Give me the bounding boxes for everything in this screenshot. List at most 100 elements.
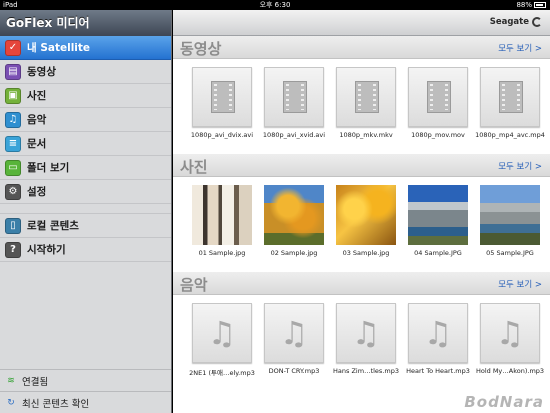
music-note-icon: ♫ (408, 303, 468, 363)
clock: 오후 6:30 (259, 1, 291, 9)
satellite-icon: ✓ (5, 39, 21, 56)
photo-icon: ▣ (5, 87, 21, 104)
brand-name: Seagate (489, 17, 529, 27)
video-item[interactable]: 1080p_mkv.mkv (331, 67, 401, 139)
sidebar-item[interactable]: ⚙ 설정 (0, 180, 171, 204)
sidebar-item-label: 폴더 보기 (27, 162, 70, 174)
photo-thumbnail (192, 185, 252, 245)
video-section-header: 동영상 모두 보기 > (173, 36, 550, 59)
help-icon: ? (5, 241, 21, 258)
sidebar-item[interactable]: ≡ 문서 (0, 132, 171, 156)
music-item[interactable]: ♫ Hans Zim…tles.mp3 (331, 303, 401, 375)
video-section-title: 동영상 (180, 40, 222, 58)
sidebar-item-label: 시작하기 (27, 244, 66, 256)
music-section-title: 음악 (180, 276, 208, 294)
music-section-header: 음악 모두 보기 > (173, 272, 550, 295)
sidebar-item[interactable]: ✓ 내 Satellite (0, 36, 171, 60)
file-name: Hans Zim…tles.mp3 (333, 367, 399, 375)
video-file-icon (192, 67, 252, 127)
sidebar-item[interactable]: ▤ 동영상 (0, 60, 171, 84)
photo-section-title: 사진 (180, 158, 208, 176)
photo-item[interactable]: 02 Sample.jpg (259, 185, 329, 257)
file-name: 2NE1 (투애…ely.mp3 (189, 369, 255, 377)
seagate-swirl-icon (532, 17, 542, 27)
photo-thumbnail (264, 185, 324, 245)
main-content: Seagate 동영상 모두 보기 > 1080p_avi_dvix.avi 10… (173, 10, 550, 413)
sidebar-item-label: 로컬 콘텐츠 (27, 220, 79, 232)
photo-item[interactable]: 03 Sample.jpg (331, 185, 401, 257)
sidebar-footer: ≋ 연결됨 ↻ 최신 콘텐츠 확인 (0, 369, 171, 413)
file-name: 1080p_avi_xvid.avi (262, 131, 326, 139)
wifi-icon: ≋ (7, 375, 15, 386)
video-file-icon (336, 67, 396, 127)
sidebar-item[interactable]: ▣ 사진 (0, 84, 171, 108)
connection-label: 연결됨 (22, 376, 49, 388)
file-name: 1080p_mkv.mkv (339, 131, 393, 139)
sidebar-item-label: 설정 (27, 186, 47, 198)
video-file-icon (408, 67, 468, 127)
music-note-icon: ♫ (264, 303, 324, 363)
video-item[interactable]: 1080p_avi_xvid.avi (259, 67, 329, 139)
sidebar-item[interactable]: ▭ 폴더 보기 (0, 156, 171, 180)
video-see-all-link[interactable]: 모두 보기 > (498, 42, 542, 54)
sidebar-menu: ✓ 내 Satellite ▤ 동영상 ▣ 사진 ♫ 음악 ≡ 문서 ▭ 폴더 보기 ⚙ 설정 (0, 36, 171, 204)
music-row: ♫ 2NE1 (투애…ely.mp3 ♫ DON-T CRY.mp3 ♫ Hans Zim… (173, 295, 550, 390)
video-file-icon (480, 67, 540, 127)
sidebar-menu-secondary: ▯ 로컬 콘텐츠? 시작하기 (0, 214, 171, 262)
file-name: DON-T CRY.mp3 (268, 367, 320, 375)
file-name: Hold My…Akon).mp3 (475, 367, 545, 375)
sidebar-item-label: 문서 (27, 138, 47, 150)
photo-thumbnail (408, 185, 468, 245)
video-item[interactable]: 1080p_avi_dvix.avi (187, 67, 257, 139)
music-see-all-link[interactable]: 모두 보기 > (498, 278, 542, 290)
battery-status: 88% (516, 0, 546, 10)
music-item[interactable]: ♫ DON-T CRY.mp3 (259, 303, 329, 375)
check-latest-button[interactable]: ↻ 최신 콘텐츠 확인 (0, 391, 171, 413)
video-file-icon (264, 67, 324, 127)
sidebar-item[interactable]: ? 시작하기 (0, 238, 171, 262)
music-note-icon: ♫ (480, 303, 540, 363)
music-item[interactable]: ♫ 2NE1 (투애…ely.mp3 (187, 303, 257, 377)
sidebar-item-label: 동영상 (27, 66, 56, 78)
status-bar: iPad 오후 6:30 88% (0, 0, 550, 10)
photo-section-header: 사진 모두 보기 > (173, 154, 550, 177)
music-item[interactable]: ♫ Hold My…Akon).mp3 (475, 303, 545, 375)
top-bar: Seagate (173, 10, 550, 36)
battery-percent: 88% (516, 1, 532, 9)
file-name: Heart To Heart.mp3 (406, 367, 470, 375)
sidebar: GoFlex 미디어 ✓ 내 Satellite ▤ 동영상 ▣ 사진 ♫ 음악 ≡ 문서 ▭ 폴더 … (0, 10, 172, 413)
connection-status: ≋ 연결됨 (0, 369, 171, 391)
video-item[interactable]: 1080p_mp4_avc.mp4 (475, 67, 545, 139)
video-item[interactable]: 1080p_mov.mov (403, 67, 473, 139)
seagate-logo: Seagate (490, 17, 542, 27)
watermark: BodNara (464, 393, 544, 411)
music-icon: ♫ (5, 111, 21, 128)
photo-row: 01 Sample.jpg 02 Sample.jpg 03 Sample.jpg 0… (173, 177, 550, 272)
file-name: 02 Sample.jpg (270, 249, 318, 257)
video-icon: ▤ (5, 63, 21, 80)
photo-item[interactable]: 01 Sample.jpg (187, 185, 257, 257)
sidebar-item-label: 음악 (27, 114, 47, 126)
photo-item[interactable]: 04 Sample.JPG (403, 185, 473, 257)
photo-item[interactable]: 05 Sample.JPG (475, 185, 545, 257)
battery-icon (534, 2, 546, 8)
document-icon: ≡ (5, 135, 21, 152)
folder-icon: ▭ (5, 159, 21, 176)
sidebar-item[interactable]: ▯ 로컬 콘텐츠 (0, 214, 171, 238)
refresh-icon: ↻ (7, 397, 15, 408)
photo-thumbnail (336, 185, 396, 245)
file-name: 1080p_mp4_avc.mp4 (475, 131, 545, 139)
sidebar-item[interactable]: ♫ 음악 (0, 108, 171, 132)
music-item[interactable]: ♫ Heart To Heart.mp3 (403, 303, 473, 375)
photo-see-all-link[interactable]: 모두 보기 > (498, 160, 542, 172)
music-note-icon: ♫ (192, 303, 252, 363)
menu-divider (0, 204, 171, 214)
photo-thumbnail (480, 185, 540, 245)
app-title: GoFlex 미디어 (0, 10, 171, 36)
file-name: 1080p_mov.mov (411, 131, 465, 139)
video-row: 1080p_avi_dvix.avi 1080p_avi_xvid.avi 1080… (173, 59, 550, 154)
file-name: 04 Sample.JPG (414, 249, 462, 257)
file-name: 05 Sample.JPG (486, 249, 534, 257)
check-latest-label: 최신 콘텐츠 확인 (22, 398, 90, 410)
local-content-icon: ▯ (5, 217, 21, 234)
